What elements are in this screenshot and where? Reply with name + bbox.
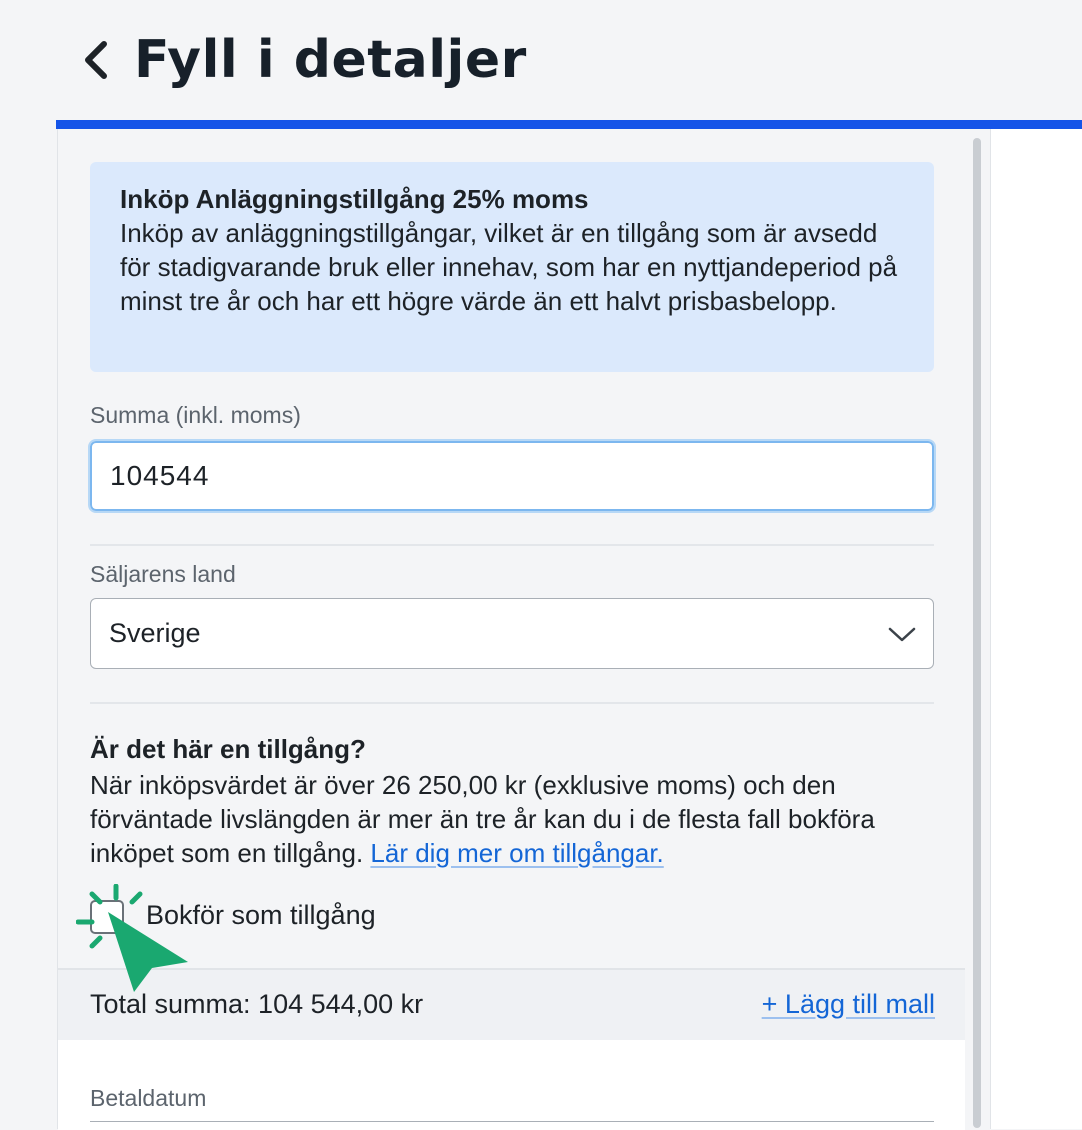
back-button[interactable] [78, 38, 118, 82]
payment-date-label: Betaldatum [90, 1085, 207, 1111]
info-box: Inköp Anläggningstillgång 25% moms Inköp… [90, 162, 934, 372]
amount-label: Summa (inkl. moms) [90, 402, 301, 428]
total-bar: Total summa: 104 544,00 kr + Lägg till m… [58, 968, 965, 1042]
total-amount: Total summa: 104 544,00 kr [90, 989, 424, 1019]
chevron-left-icon [85, 41, 107, 79]
book-as-asset-label[interactable]: Bokför som tillgång [146, 900, 376, 931]
divider [90, 544, 934, 546]
seller-country-label: Säljarens land [90, 561, 236, 587]
info-box-text: Inköp av anläggningstillgångar, vilket ä… [120, 218, 898, 316]
chevron-down-icon [888, 627, 916, 642]
progress-bar [56, 120, 1082, 129]
page-title: Fyll i detaljer [134, 30, 527, 90]
scrollbar-thumb[interactable] [973, 138, 981, 1128]
divider [90, 702, 934, 704]
preview-pane [990, 129, 1082, 1129]
seller-country-select[interactable]: Sverige [90, 598, 934, 669]
add-template-link[interactable]: + Lägg till mall [762, 989, 935, 1020]
info-box-title: Inköp Anläggningstillgång 25% moms [120, 184, 589, 214]
book-as-asset-checkbox[interactable] [90, 900, 124, 934]
amount-input[interactable] [88, 439, 936, 513]
payment-date-input[interactable] [90, 1121, 934, 1128]
asset-heading: Är det här en tillgång? [90, 734, 366, 764]
payment-section: Betaldatum [58, 1040, 965, 1130]
asset-description: När inköpsvärdet är över 26 250,00 kr (e… [90, 768, 940, 870]
header: Fyll i detaljer [0, 0, 1082, 120]
seller-country-value: Sverige [109, 618, 201, 648]
learn-more-link[interactable]: Lär dig mer om tillgångar. [370, 838, 663, 868]
